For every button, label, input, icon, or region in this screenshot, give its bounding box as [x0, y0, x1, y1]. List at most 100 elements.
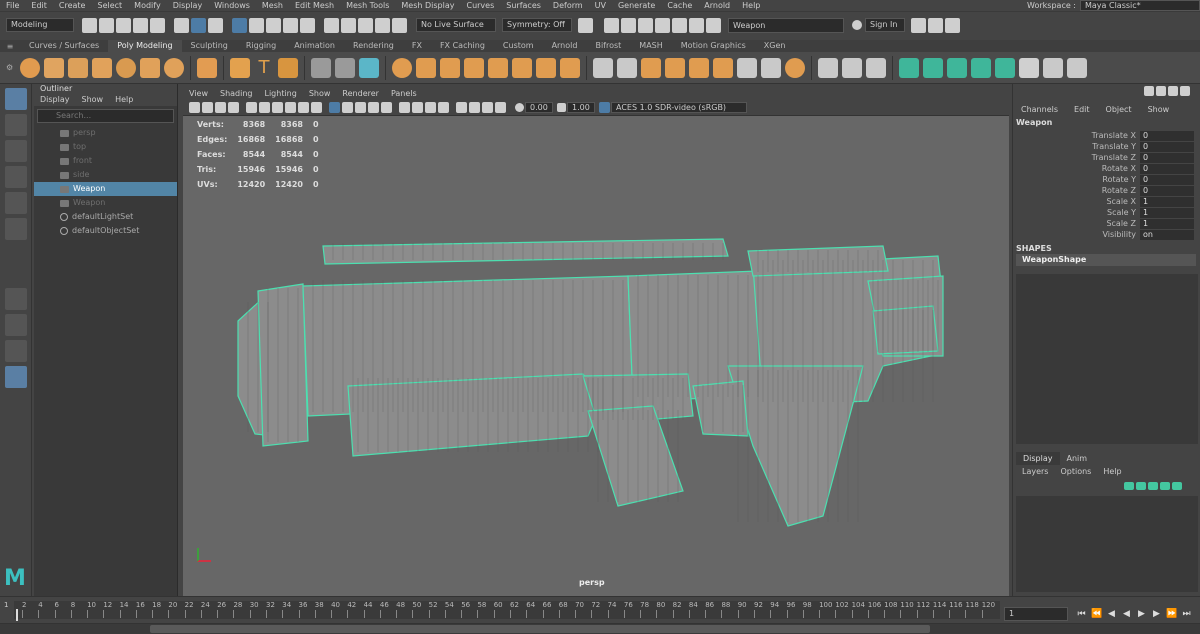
lasso-tool-icon[interactable]	[5, 114, 27, 136]
channel-row[interactable]: Rotate X 0	[1013, 163, 1194, 174]
step-back-frame-icon[interactable]: ◀	[1106, 609, 1117, 619]
shelf-options-icon[interactable]: ⚙	[6, 63, 18, 72]
channel-row[interactable]: Translate X 0	[1013, 130, 1194, 141]
channel-box-menu-show[interactable]: Show	[1140, 104, 1178, 116]
redo-icon[interactable]	[150, 17, 165, 33]
go-to-start-icon[interactable]: ⏮	[1076, 609, 1087, 619]
super-shape-icon[interactable]	[230, 57, 250, 78]
shadows-icon[interactable]	[381, 102, 392, 113]
channel-row[interactable]: Scale Y 1	[1013, 207, 1194, 218]
select-component-icon[interactable]	[208, 17, 223, 33]
poly-disc-icon[interactable]	[164, 57, 184, 78]
shelf-tab-animation[interactable]: Animation	[285, 40, 344, 52]
channel-row[interactable]: Scale X 1	[1013, 196, 1194, 207]
outliner-item[interactable]: front	[34, 154, 177, 168]
mirror-icon[interactable]	[464, 57, 484, 78]
menu-create[interactable]: Create	[53, 0, 92, 12]
outliner-search-input[interactable]: Search...	[37, 109, 174, 123]
smooth-icon[interactable]	[392, 57, 412, 78]
film-gate-icon[interactable]	[259, 102, 270, 113]
bevel-icon[interactable]	[512, 57, 532, 78]
move-tool-icon[interactable]	[5, 166, 27, 188]
slide-edge-icon[interactable]	[713, 57, 733, 78]
menu-modify[interactable]: Modify	[128, 0, 167, 12]
channel-value[interactable]: 1	[1140, 218, 1194, 229]
shelf-tab-rigging[interactable]: Rigging	[237, 40, 285, 52]
outliner-item[interactable]: defaultLightSet	[34, 210, 177, 224]
viewport-menu-panels[interactable]: Panels	[385, 88, 423, 100]
select-hierarchy-icon[interactable]	[174, 17, 189, 33]
menu-mesh[interactable]: Mesh	[256, 0, 289, 12]
snap-surface-icon[interactable]	[300, 17, 315, 33]
xgen-icon[interactable]	[706, 17, 721, 33]
layer-tab-display[interactable]: Display	[1016, 452, 1060, 465]
tool-settings-icon[interactable]	[928, 17, 943, 33]
combine-icon[interactable]	[311, 57, 331, 78]
open-scene-icon[interactable]	[99, 17, 114, 33]
panel-settings-icon[interactable]	[1180, 86, 1190, 96]
grid-icon[interactable]	[246, 102, 257, 113]
outliner-item[interactable]: defaultObjectSet	[34, 224, 177, 238]
viewport-menu-shading[interactable]: Shading	[214, 88, 259, 100]
snap-view-icon[interactable]	[283, 17, 298, 33]
color-management-icon[interactable]	[599, 102, 610, 113]
single-pane-layout-icon[interactable]	[5, 288, 27, 310]
poly-torus-icon[interactable]	[116, 57, 136, 78]
target-weld-icon[interactable]	[617, 57, 637, 78]
outliner-item[interactable]: persp	[34, 126, 177, 140]
shelf-tab-bifrost[interactable]: Bifrost	[586, 40, 630, 52]
isolate-select-icon[interactable]	[456, 102, 467, 113]
flip-icon[interactable]	[737, 57, 757, 78]
shelf-tab-custom[interactable]: Custom	[494, 40, 543, 52]
uv-orient-icon[interactable]	[995, 57, 1015, 78]
shelf-tab-arnold[interactable]: Arnold	[543, 40, 587, 52]
layer-menu-help[interactable]: Help	[1097, 466, 1127, 478]
fill-hole-icon[interactable]	[689, 57, 709, 78]
viewport-menu-view[interactable]: View	[183, 88, 214, 100]
safe-action-icon[interactable]	[311, 102, 322, 113]
channel-value[interactable]: 1	[1140, 196, 1194, 207]
svg-icon[interactable]	[278, 57, 298, 78]
uv-unfold-icon[interactable]	[899, 57, 919, 78]
select-object-icon[interactable]	[191, 17, 206, 33]
outliner-layout-icon[interactable]	[5, 366, 27, 388]
layer-menu-options[interactable]: Options	[1054, 466, 1097, 478]
append-poly-icon[interactable]	[665, 57, 685, 78]
snap-grid-icon[interactable]	[232, 17, 247, 33]
outliner-item[interactable]: top	[34, 140, 177, 154]
snap-point-icon[interactable]	[266, 17, 281, 33]
channel-row[interactable]: Translate Y 0	[1013, 141, 1194, 152]
current-frame-field[interactable]: 1	[1004, 607, 1068, 621]
separate-icon[interactable]	[335, 57, 355, 78]
camera-select-icon[interactable]	[189, 102, 200, 113]
layer-menu-layers[interactable]: Layers	[1016, 466, 1054, 478]
menu-generate[interactable]: Generate	[612, 0, 661, 12]
uv-planar-icon[interactable]	[842, 57, 862, 78]
layer-move-up-icon[interactable]	[1124, 482, 1134, 490]
outliner-menu-help[interactable]: Help	[109, 94, 139, 106]
clapper-icon[interactable]	[621, 17, 636, 33]
menu-select[interactable]: Select	[91, 0, 128, 12]
shape-node-name[interactable]: WeaponShape	[1016, 254, 1196, 266]
menu-mesh-tools[interactable]: Mesh Tools	[340, 0, 395, 12]
channel-value[interactable]: 0	[1140, 185, 1194, 196]
pause-viewport-icon[interactable]	[578, 17, 593, 33]
shelf-tab-motion-graphics[interactable]: Motion Graphics	[672, 40, 755, 52]
xray-icon[interactable]	[469, 102, 480, 113]
viewport-menu-renderer[interactable]: Renderer	[336, 88, 385, 100]
shelf-tab-fx-caching[interactable]: FX Caching	[431, 40, 494, 52]
menu-uv[interactable]: UV	[589, 0, 612, 12]
menu-help[interactable]: Help	[736, 0, 766, 12]
shelf-tab-sculpting[interactable]: Sculpting	[182, 40, 237, 52]
poly-cube-icon[interactable]	[44, 57, 64, 78]
step-back-key-icon[interactable]: ⏪	[1091, 609, 1102, 619]
menu-windows[interactable]: Windows	[208, 0, 256, 12]
platonic-solid-icon[interactable]	[197, 57, 217, 78]
snap-curve-icon[interactable]	[249, 17, 264, 33]
sign-in-button[interactable]: Sign In	[865, 18, 905, 32]
object-name-field[interactable]: Weapon	[728, 17, 844, 33]
outliner-menu-display[interactable]: Display	[34, 94, 76, 106]
go-to-end-icon[interactable]: ⏭	[1181, 609, 1192, 619]
split-view-icon[interactable]	[1168, 86, 1178, 96]
extrude-icon[interactable]	[560, 57, 580, 78]
